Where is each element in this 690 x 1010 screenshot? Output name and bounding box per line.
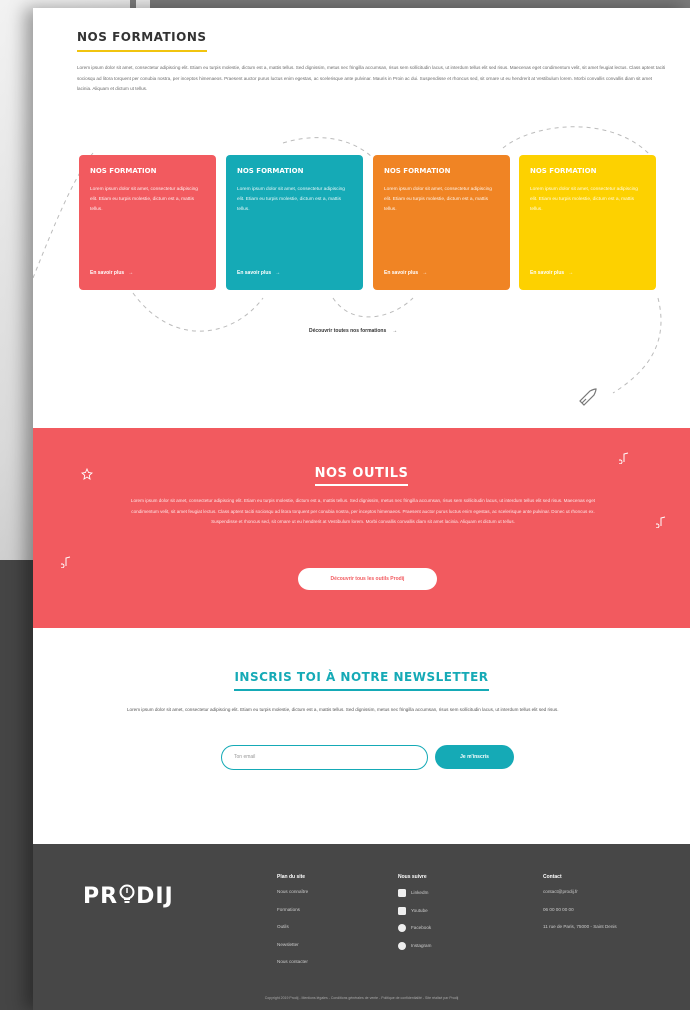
footer-link[interactable]: Nous connaître [277, 889, 308, 907]
newsletter-subscribe-button[interactable]: Je m'inscris [435, 745, 514, 769]
formation-card-1[interactable]: NOS FORMATION Lorem ipsum dolor sit amet… [79, 155, 216, 290]
discover-tools-button[interactable]: Découvrir tous les outils Prodij [298, 568, 437, 590]
footer-link[interactable]: Nous contacter [277, 959, 308, 977]
newsletter-title: INSCRIS TOI À NOTRE NEWSLETTER [33, 670, 690, 691]
card-title: NOS FORMATION [90, 167, 157, 175]
footer-contact-email[interactable]: contact@prodij.fr [543, 889, 617, 907]
all-formations-link[interactable]: Découvrir toutes nos formations → [309, 328, 397, 334]
instagram-icon [398, 941, 406, 950]
arrow-right-icon: → [392, 328, 398, 334]
footer-contact-column: Contact contact@prodij.fr 06 00 00 00 00… [543, 874, 617, 942]
formation-card-3[interactable]: NOS FORMATION Lorem ipsum dolor sit amet… [373, 155, 510, 290]
music-note-icon [619, 452, 629, 464]
footer-copyright: Copyright 2019 Prodij - Mentions légales… [264, 996, 459, 1000]
youtube-icon [398, 906, 406, 915]
footer-contact-address: 11 rue de Paris, 75000 - Saint Denis [543, 924, 617, 929]
outils-section: NOS OUTILS Lorem ipsum dolor sit amet, c… [33, 428, 690, 628]
footer-social-facebook[interactable]: Facebook [398, 924, 431, 942]
lightbulb-icon [119, 884, 135, 903]
footer-contact-heading: Contact [543, 874, 562, 880]
arrow-right-icon: → [422, 270, 428, 276]
footer-social-linkedin[interactable]: LinkedIn [398, 889, 431, 907]
footer-social-youtube[interactable]: Youtube [398, 906, 431, 925]
card-more-link[interactable]: En savoir plus → [90, 270, 133, 276]
arrow-right-icon: → [275, 270, 281, 276]
outils-description: Lorem ipsum dolor sit amet, consectetur … [130, 498, 596, 524]
card-more-link[interactable]: En savoir plus → [384, 270, 427, 276]
arrow-right-icon: → [568, 270, 574, 276]
outils-title: NOS OUTILS [33, 466, 690, 486]
linkedin-icon [398, 889, 406, 897]
music-note-icon [656, 516, 666, 528]
card-text: Lorem ipsum dolor sit amet, consectetur … [90, 187, 198, 212]
card-text: Lorem ipsum dolor sit amet, consectetur … [384, 187, 492, 212]
card-text: Lorem ipsum dolor sit amet, consectetur … [530, 187, 638, 212]
music-note-icon [61, 556, 71, 568]
footer-link[interactable]: Formations [277, 907, 308, 925]
newsletter-description: Lorem ipsum dolor sit amet, consectetur … [127, 707, 559, 712]
arrow-right-icon: → [128, 270, 134, 276]
card-text: Lorem ipsum dolor sit amet, consectetur … [237, 187, 345, 212]
footer-link[interactable]: Outils [277, 924, 308, 942]
footer-link[interactable]: Newsletter [277, 942, 308, 960]
footer-plan-column: Plan du site Nous connaître Formations O… [277, 874, 308, 977]
card-title: NOS FORMATION [384, 167, 451, 175]
footer-contact-phone[interactable]: 06 00 00 00 00 [543, 907, 617, 925]
facebook-icon [398, 924, 406, 932]
formation-card-4[interactable]: NOS FORMATION Lorem ipsum dolor sit amet… [519, 155, 656, 290]
footer-social-heading: Nous suivre [398, 874, 427, 880]
card-more-link[interactable]: En savoir plus → [237, 270, 280, 276]
footer-social-column: Nous suivre LinkedIn Youtube Facebook In… [398, 874, 431, 959]
prodij-logo[interactable]: PR DIJ [83, 884, 174, 909]
footer: PR DIJ Plan du site Nous connaître Forma… [33, 844, 690, 1010]
rocket-icon [579, 388, 597, 406]
newsletter-email-input[interactable]: Ton email [221, 745, 428, 770]
footer-social-instagram[interactable]: Instagram [398, 941, 431, 960]
card-title: NOS FORMATION [237, 167, 304, 175]
footer-plan-heading: Plan du site [277, 874, 306, 880]
card-more-link[interactable]: En savoir plus → [530, 270, 573, 276]
formations-description: Lorem ipsum dolor sit amet, consectetur … [77, 65, 666, 91]
card-title: NOS FORMATION [530, 167, 597, 175]
website-page: NOS FORMATIONS Lorem ipsum dolor sit ame… [33, 8, 690, 1010]
formations-title: NOS FORMATIONS [77, 30, 207, 52]
formation-card-2[interactable]: NOS FORMATION Lorem ipsum dolor sit amet… [226, 155, 363, 290]
